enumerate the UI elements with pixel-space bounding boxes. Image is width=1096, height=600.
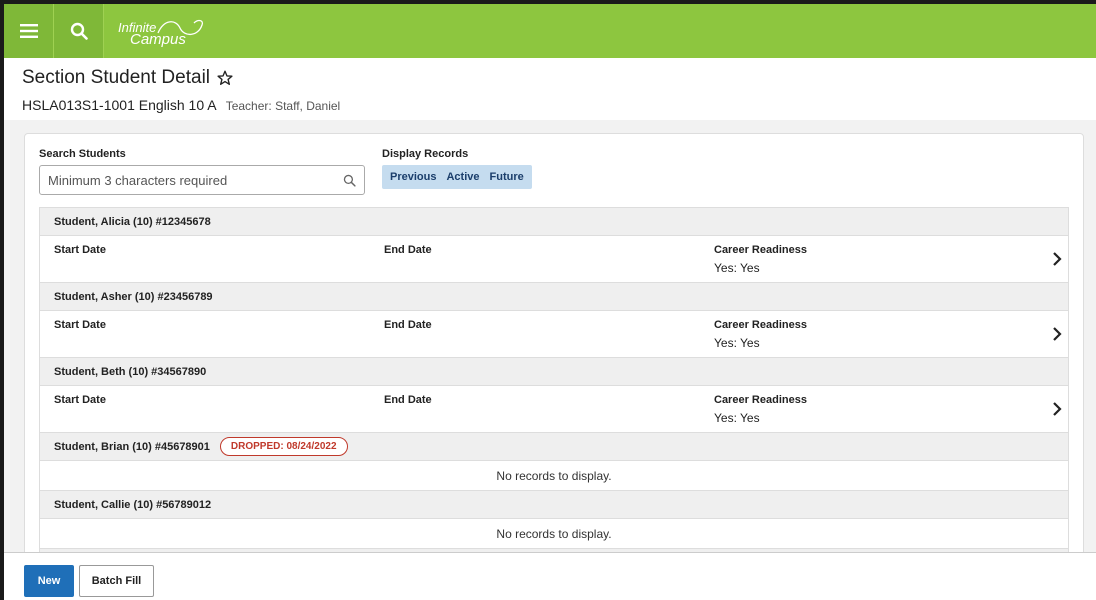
display-records-active[interactable]: Active — [446, 171, 479, 183]
search-students-field[interactable] — [39, 165, 365, 195]
new-button[interactable]: New — [24, 565, 74, 597]
chevron-right-icon — [1053, 402, 1062, 416]
career-readiness-value: Yes: Yes — [714, 336, 760, 350]
student-header: Student, Asher (10) #23456789 — [40, 283, 1068, 311]
student-detail-panel: Search Students Display Records Previous… — [24, 133, 1084, 573]
display-records-future[interactable]: Future — [490, 171, 524, 183]
hamburger-icon — [19, 24, 38, 38]
dropped-status-badge: DROPPED: 08/24/2022 — [219, 437, 348, 456]
infinite-campus-logo: Infinite Campus — [116, 11, 216, 51]
top-navigation-bar: Infinite Campus — [4, 4, 1096, 58]
student-name: Student, Asher (10) #23456789 — [54, 290, 213, 303]
student-name: Student, Beth (10) #34567890 — [54, 365, 207, 378]
career-readiness-header: Career Readiness — [714, 394, 807, 406]
career-readiness-value: Yes: Yes — [714, 411, 760, 425]
career-readiness-header: Career Readiness — [714, 244, 807, 256]
action-bar: New Batch Fill — [4, 552, 1096, 600]
career-readiness-value: Yes: Yes — [714, 261, 760, 275]
star-favorite-icon[interactable] — [216, 69, 234, 87]
menu-button[interactable] — [4, 4, 54, 58]
start-date-header: Start Date — [54, 319, 106, 331]
section-subtitle: HSLA013S1-1001 English 10 A Teacher: Sta… — [22, 97, 1096, 113]
display-records-previous[interactable]: Previous — [390, 171, 436, 183]
search-field-button[interactable] — [334, 174, 364, 187]
student-record-row[interactable]: Start Date End Date Career Readiness Yes… — [40, 236, 1068, 283]
search-button[interactable] — [54, 4, 104, 58]
teacher-name: Teacher: Staff, Daniel — [225, 99, 341, 113]
student-records-table: Student, Alicia (10) #12345678 Start Dat… — [39, 207, 1069, 572]
page-title-row: Section Student Detail — [22, 67, 1096, 89]
start-date-header: Start Date — [54, 244, 106, 256]
end-date-header: End Date — [384, 394, 432, 406]
end-date-header: End Date — [384, 244, 432, 256]
search-icon — [343, 174, 356, 187]
search-students-input[interactable] — [48, 172, 334, 188]
no-records-message: No records to display. — [40, 519, 1068, 549]
page-title: Section Student Detail — [22, 67, 211, 88]
student-record-row[interactable]: Start Date End Date Career Readiness Yes… — [40, 311, 1068, 358]
search-students-label: Search Students — [39, 148, 126, 160]
student-name: Student, Brian (10) #45678901 — [54, 440, 210, 453]
career-readiness-header: Career Readiness — [714, 319, 807, 331]
student-name: Student, Callie (10) #56789012 — [54, 498, 212, 511]
chevron-right-icon — [1053, 327, 1062, 341]
student-name: Student, Alicia (10) #12345678 — [54, 215, 211, 228]
batch-fill-button[interactable]: Batch Fill — [79, 565, 154, 597]
student-header: Student, Beth (10) #34567890 — [40, 358, 1068, 386]
student-record-row[interactable]: Start Date End Date Career Readiness Yes… — [40, 386, 1068, 433]
student-header: Student, Brian (10) #45678901 DROPPED: 0… — [40, 433, 1068, 461]
logo-text-campus: Campus — [130, 31, 186, 48]
display-records-label: Display Records — [382, 148, 469, 160]
start-date-header: Start Date — [54, 394, 106, 406]
student-header: Student, Callie (10) #56789012 — [40, 491, 1068, 519]
search-icon — [70, 22, 88, 40]
section-name: HSLA013S1-1001 English 10 A — [22, 97, 216, 113]
display-records-toggle: Previous Active Future — [382, 165, 532, 189]
student-header: Student, Alicia (10) #12345678 — [40, 208, 1068, 236]
no-records-message: No records to display. — [40, 461, 1068, 491]
chevron-right-icon — [1053, 252, 1062, 266]
end-date-header: End Date — [384, 319, 432, 331]
page-header: Section Student Detail HSLA013S1-1001 En… — [4, 58, 1096, 120]
